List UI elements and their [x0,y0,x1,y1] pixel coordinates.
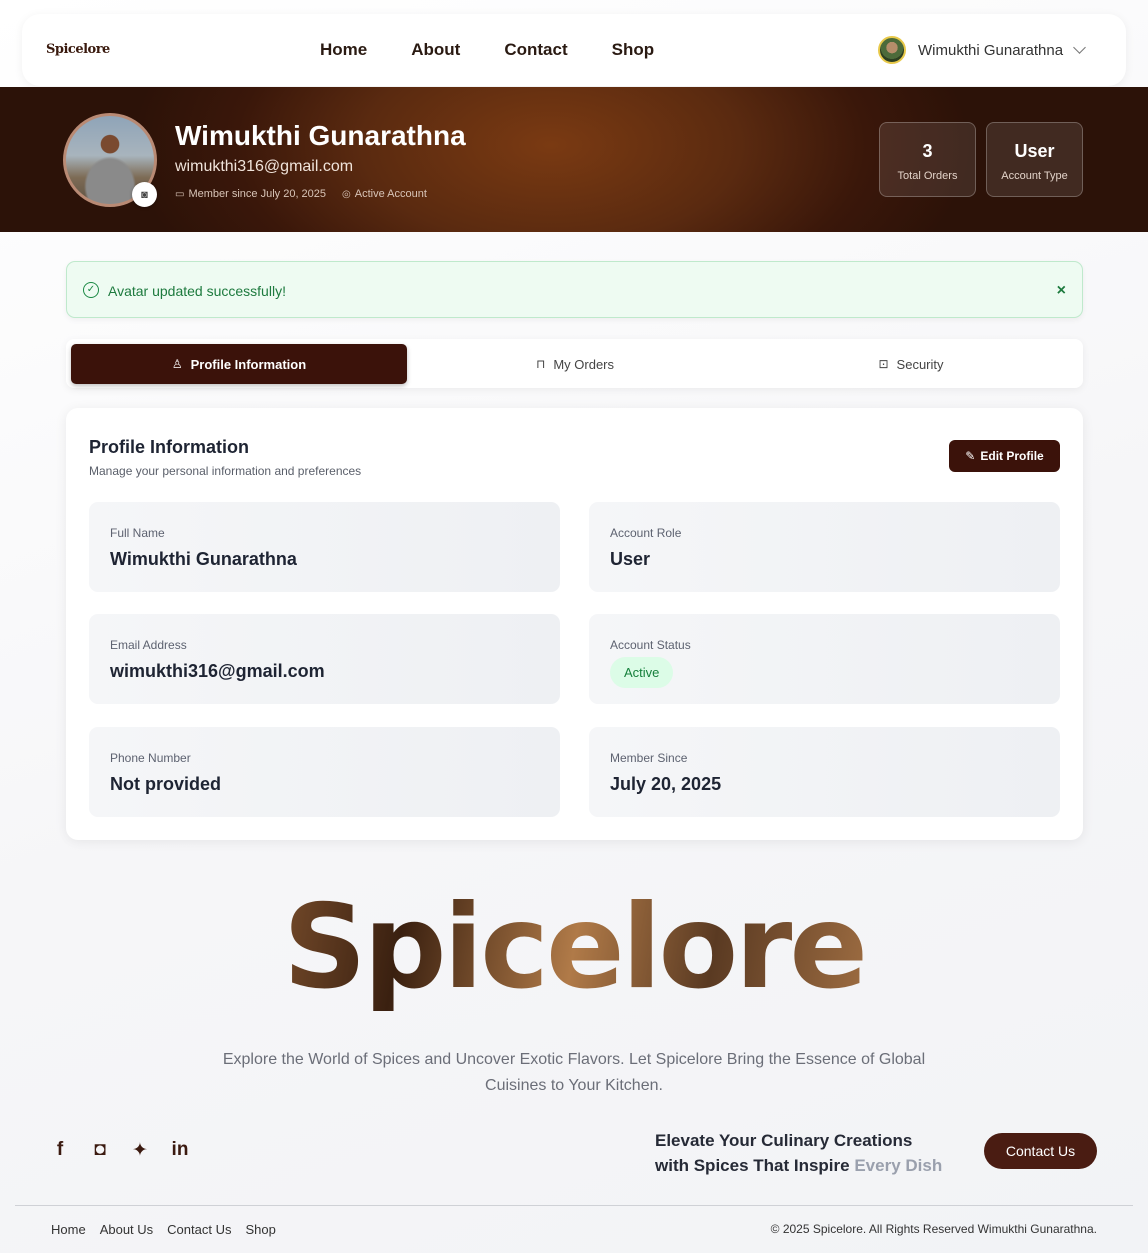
tab-label: My Orders [553,356,615,372]
success-alert: ✓ Avatar updated successfully! × [66,261,1083,318]
profile-email: wimukthi316@gmail.com [175,158,354,175]
field-value: July 20, 2025 [610,774,722,794]
account-status-text: Active Account [354,188,427,200]
close-icon[interactable]: × [1057,282,1066,300]
bag-icon: ⊓ [535,357,546,371]
cta-highlight: Every Dish [854,1156,943,1175]
nav-shop[interactable]: Shop [612,40,655,60]
profile-hero: ◙ Wimukthi Gunarathna wimukthi316@gmail.… [0,87,1148,232]
navbar: Spicelore Home About Contact Shop Wimukt… [22,14,1126,86]
stat-value: User [1014,141,1055,161]
field-value: wimukthi316@gmail.com [110,661,325,681]
footer-link-contact[interactable]: Contact Us [167,1222,231,1237]
field-value: Wimukthi Gunarathna [110,549,297,569]
field-value: Not provided [110,774,221,794]
cta-line-2: with Spices That Inspire [655,1156,850,1175]
field-label: Account Status [610,638,691,652]
footer-divider [15,1205,1133,1206]
field-phone: Phone Number Not provided [89,727,560,817]
nav-contact[interactable]: Contact [504,40,567,60]
tab-label: Profile Information [190,356,307,372]
status-badge: Active [610,657,674,688]
card-subtitle: Manage your personal information and pre… [89,464,362,478]
nav-links: Home About Contact Shop [320,40,698,60]
profile-meta: ▭ Member since July 20, 2025 ◎ Active Ac… [175,188,427,200]
stat-label: Account Type [1001,170,1068,182]
tab-profile-information[interactable]: ♙ Profile Information [71,344,407,384]
check-circle-icon: ✓ [83,282,99,298]
profile-card: Profile Information Manage your personal… [66,408,1083,840]
field-label: Email Address [110,638,187,652]
card-title: Profile Information [89,437,250,457]
lock-icon: ⊡ [878,357,889,371]
calendar-icon: ▭ [175,188,185,200]
camera-icon[interactable]: ◙ [132,182,157,207]
tab-label: Security [896,356,944,372]
contact-us-button[interactable]: Contact Us [984,1133,1097,1169]
stat-account-type: User Account Type [986,122,1083,197]
edit-profile-button[interactable]: ✎ Edit Profile [949,440,1060,472]
field-full-name: Full Name Wimukthi Gunarathna [89,502,560,592]
stat-label: Total Orders [897,170,958,182]
cta-line-1: Elevate Your Culinary Creations [655,1131,913,1150]
user-menu-name: Wimukthi Gunarathna [918,41,1064,59]
stat-total-orders: 3 Total Orders [879,122,976,197]
footer-link-shop[interactable]: Shop [245,1222,275,1237]
field-account-role: Account Role User [589,502,1060,592]
field-label: Phone Number [110,751,191,765]
footer-tagline: Explore the World of Spices and Uncover … [222,1051,926,1094]
tab-security[interactable]: ⊡ Security [743,344,1079,384]
avatar [878,36,906,64]
footer-link-about[interactable]: About Us [100,1222,153,1237]
social-links: f ◘ ✦ in [50,1139,210,1162]
twitter-icon[interactable]: ✦ [130,1139,150,1162]
linkedin-icon[interactable]: in [170,1139,190,1162]
field-email: Email Address wimukthi316@gmail.com [89,614,560,704]
instagram-icon[interactable]: ◘ [90,1139,110,1162]
field-label: Member Since [610,751,688,765]
facebook-icon[interactable]: f [50,1139,70,1162]
chevron-down-icon [1073,41,1086,54]
site-logo[interactable]: Spicelore [46,42,110,57]
profile-tabs: ♙ Profile Information ⊓ My Orders ⊡ Secu… [66,339,1083,388]
profile-name: Wimukthi Gunarathna [175,120,466,151]
field-member-since: Member Since July 20, 2025 [589,727,1060,817]
stat-value: 3 [922,141,933,161]
edit-icon: ✎ [965,449,976,463]
alert-message: Avatar updated successfully! [108,283,286,299]
nav-home[interactable]: Home [320,40,367,60]
footer-link-home[interactable]: Home [51,1222,86,1237]
field-value: User [610,549,651,569]
field-account-status: Account Status Active [589,614,1060,704]
user-menu[interactable]: Wimukthi Gunarathna [878,36,1086,64]
field-label: Full Name [110,526,165,540]
member-since-text: Member since July 20, 2025 [188,188,327,200]
footer-links: Home About Us Contact Us Shop [51,1222,290,1237]
field-label: Account Role [610,526,682,540]
check-circle-icon: ◎ [342,188,351,200]
footer-brand-logo: Spicelore [0,880,1148,1015]
user-icon: ♙ [171,357,183,371]
copyright-text: © 2025 Spicelore. All Rights Reserved Wi… [770,1222,1097,1236]
footer-cta: Elevate Your Culinary Creations with Spi… [655,1128,942,1178]
nav-about[interactable]: About [411,40,460,60]
tab-my-orders[interactable]: ⊓ My Orders [407,344,743,384]
edit-profile-label: Edit Profile [980,449,1044,463]
